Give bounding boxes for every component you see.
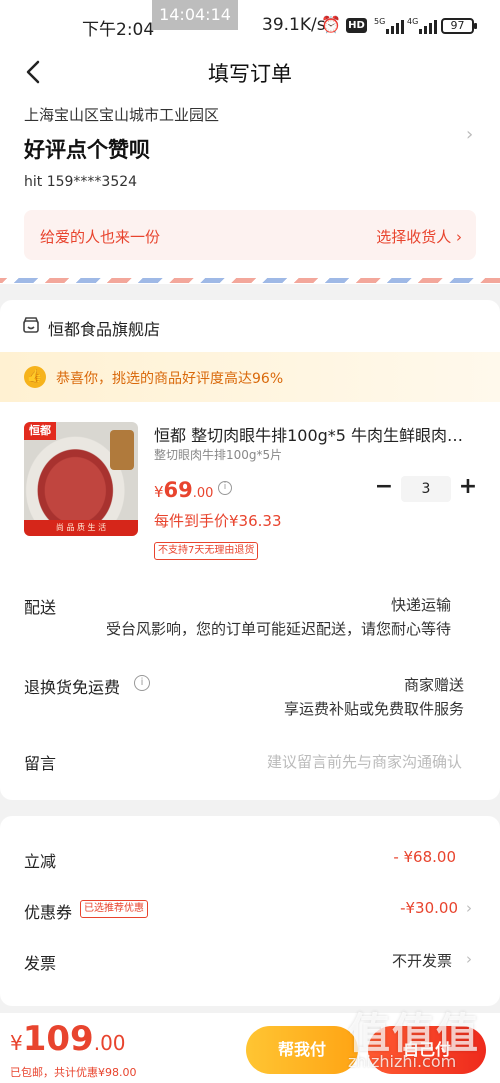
signal-5g-label: 5G bbox=[374, 17, 386, 26]
message-label: 留言 bbox=[24, 754, 57, 773]
price-currency: ¥ bbox=[154, 483, 164, 501]
page-title: 填写订单 bbox=[208, 62, 292, 86]
gift-bar[interactable]: 给爱的人也来一份 选择收货人 › bbox=[24, 210, 476, 260]
returns-note: 享运费补贴或免费取件服务 bbox=[283, 700, 464, 718]
praise-text: 恭喜你，挑选的商品好评度高达96% bbox=[56, 371, 284, 387]
quantity-value[interactable]: 3 bbox=[401, 476, 451, 502]
returns-value: 商家赠送 bbox=[403, 676, 464, 694]
product-spec: 整切眼肉牛排100g*5片 bbox=[154, 448, 283, 462]
total-amount: ¥109.00 bbox=[10, 1019, 126, 1059]
total-savings: 已包邮，共计优惠¥98.00 bbox=[10, 1066, 137, 1079]
unit-price: 每件到手价¥36.33 bbox=[154, 512, 282, 530]
praise-banner: 👍 恭喜你，挑选的商品好评度高达96% bbox=[0, 352, 500, 402]
return-policy-badge: 不支持7天无理由退货 bbox=[154, 542, 259, 560]
chevron-right-icon: › bbox=[466, 899, 472, 917]
address-card[interactable]: 上海宝山区宝山城市工业园区 好评点个赞呗 › hit 159****3524 给… bbox=[0, 94, 500, 284]
hd-icon: HD bbox=[346, 18, 367, 33]
alarm-icon: ⏰ bbox=[321, 15, 341, 34]
invoice-value[interactable]: 不开发票 bbox=[300, 950, 452, 971]
product-image-logo: 恒都 bbox=[24, 422, 56, 440]
shop-card: 恒都食品旗舰店 👍 恭喜你，挑选的商品好评度高达96% 恒都 尚 品 质 生 活… bbox=[0, 300, 500, 800]
discount-value: - ¥68.00 bbox=[393, 848, 456, 866]
battery-icon: 97 bbox=[441, 18, 477, 34]
envelope-border bbox=[0, 278, 500, 283]
returns-info-icon[interactable]: i bbox=[134, 675, 150, 691]
network-speed: 39.1K/s bbox=[262, 15, 326, 35]
total-integer: 109 bbox=[22, 1019, 94, 1059]
fees-card: 立减 - ¥68.00 优惠券 已选推荐优惠 -¥30.00 › 发票 不开发票… bbox=[0, 816, 500, 1006]
address-region: 上海宝山区宝山城市工业园区 bbox=[24, 106, 220, 124]
gift-text: 给爱的人也来一份 bbox=[40, 228, 161, 246]
invoice-label: 发票 bbox=[24, 954, 57, 973]
shipping-note: 受台风影响，您的订单可能延迟配送，请您耐心等待 bbox=[105, 620, 451, 638]
coupon-value[interactable]: -¥30.00 bbox=[300, 899, 458, 917]
address-contact: hit 159****3524 bbox=[24, 174, 138, 190]
status-time: 下午2:04 bbox=[82, 20, 155, 40]
coupon-label: 优惠券 bbox=[24, 903, 73, 922]
help-me-pay-button[interactable]: 帮我付 bbox=[246, 1026, 358, 1074]
product-image-footer: 尚 品 质 生 活 bbox=[24, 520, 138, 536]
quantity-stepper: − 3 + bbox=[374, 474, 478, 502]
quantity-minus-button[interactable]: − bbox=[374, 474, 394, 500]
chevron-right-icon: › bbox=[466, 950, 472, 968]
signal-icon-2 bbox=[419, 18, 437, 34]
price-decimal: .00 bbox=[192, 486, 214, 501]
total-currency: ¥ bbox=[10, 1031, 23, 1055]
clock-overlay: 14:04:14 bbox=[152, 0, 238, 30]
watermark-url: zhizhizhi.com bbox=[348, 1052, 457, 1071]
price-integer: 69 bbox=[163, 478, 193, 502]
shipping-value[interactable]: 快递运输 bbox=[260, 594, 451, 615]
signal-4g-label: 4G bbox=[407, 17, 419, 26]
product-image[interactable]: 恒都 尚 品 质 生 活 bbox=[24, 422, 138, 536]
shop-name[interactable]: 恒都食品旗舰店 bbox=[48, 316, 160, 340]
signal-icon bbox=[386, 18, 404, 34]
choose-recipient-link[interactable]: 选择收货人 › bbox=[376, 226, 462, 247]
status-bar: 下午2:04 14:04:14 39.1K/s ⏰ HD 5G 4G 97 bbox=[0, 0, 500, 52]
returns-label: 退换货免运费 bbox=[24, 678, 121, 697]
message-input[interactable] bbox=[190, 750, 462, 774]
price-info-icon[interactable]: i bbox=[218, 481, 232, 495]
quantity-plus-button[interactable]: + bbox=[458, 474, 478, 500]
thumbs-up-icon: 👍 bbox=[24, 366, 46, 388]
product-price: ¥69.00 bbox=[154, 478, 213, 502]
store-icon bbox=[23, 317, 39, 333]
shipping-label: 配送 bbox=[24, 598, 57, 617]
product-title[interactable]: 恒都 整切肉眼牛排100g*5 牛肉生鲜眼肉… bbox=[154, 422, 474, 446]
nav-bar: 填写订单 bbox=[0, 52, 500, 94]
product-image-bottle bbox=[110, 430, 134, 470]
total-decimal: .00 bbox=[93, 1031, 126, 1055]
address-detail: 好评点个赞呗 bbox=[24, 138, 150, 162]
chevron-right-icon: › bbox=[466, 124, 474, 145]
discount-label: 立减 bbox=[24, 852, 57, 871]
coupon-tag: 已选推荐优惠 bbox=[80, 900, 148, 918]
